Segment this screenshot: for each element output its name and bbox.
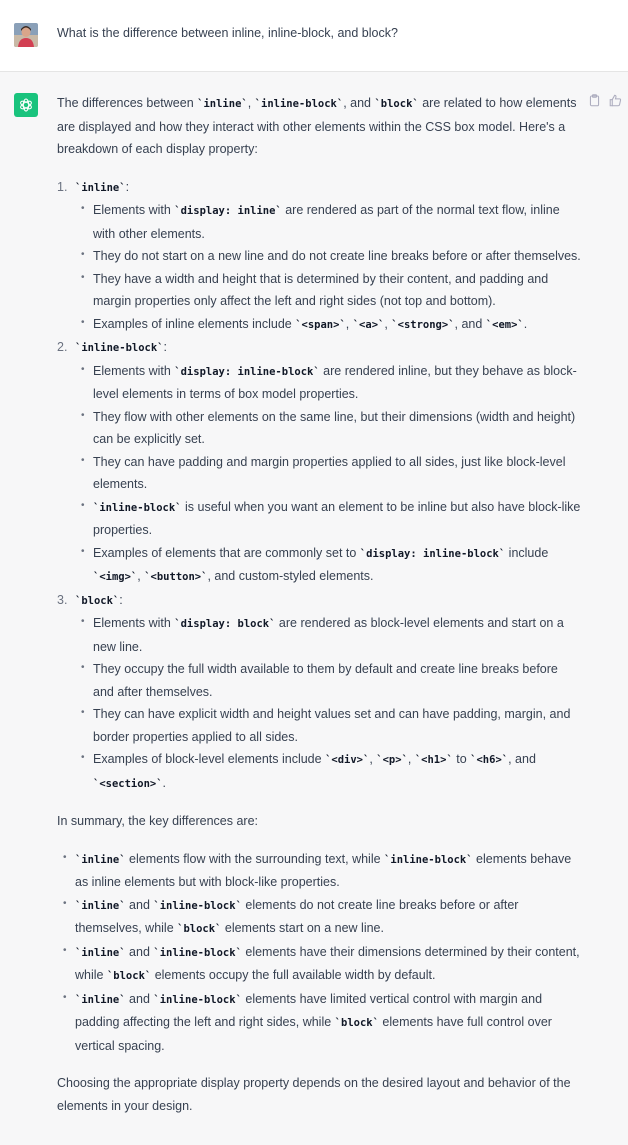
list-item: They occupy the full width available to … bbox=[81, 657, 582, 703]
list-item: Examples of inline elements include `<sp… bbox=[81, 312, 582, 337]
openai-logo-icon bbox=[14, 93, 38, 117]
user-avatar bbox=[14, 23, 38, 47]
list-item: `inline` and `inline-block` elements hav… bbox=[63, 940, 582, 988]
list-item: `inline-block` is useful when you want a… bbox=[81, 495, 582, 542]
list-item: They flow with other elements on the sam… bbox=[81, 405, 582, 451]
list-item-inline-block: 2. `inline-block`: Elements with `displa… bbox=[57, 336, 582, 589]
section-heading: `block`: bbox=[75, 592, 123, 607]
list-item: `inline` and `inline-block` elements do … bbox=[63, 893, 582, 941]
list-item: `inline` and `inline-block` elements hav… bbox=[63, 987, 582, 1058]
list-item: They do not start on a new line and do n… bbox=[81, 244, 582, 268]
intro-paragraph: The differences between `inline`, `inlin… bbox=[57, 96, 577, 156]
list-item: Elements with `display: inline-block` ar… bbox=[81, 359, 582, 406]
list-item: Examples of block-level elements include… bbox=[81, 747, 582, 795]
list-item: Examples of elements that are commonly s… bbox=[81, 541, 582, 589]
summary-list: `inline` elements flow with the surround… bbox=[57, 847, 582, 1058]
section-heading: `inline-block`: bbox=[75, 340, 167, 354]
list-item: Elements with `display: block` are rende… bbox=[81, 611, 582, 658]
clipboard-icon[interactable] bbox=[588, 94, 601, 107]
thumbs-up-icon[interactable] bbox=[609, 94, 622, 107]
list-item: They can have explicit width and height … bbox=[81, 702, 582, 748]
conclusion-paragraph: Choosing the appropriate display propert… bbox=[57, 1076, 571, 1113]
message-actions bbox=[588, 94, 622, 107]
list-item: They have a width and height that is det… bbox=[81, 267, 582, 313]
summary-intro: In summary, the key differences are: bbox=[57, 814, 259, 828]
user-message-row: What is the difference between inline, i… bbox=[0, 0, 628, 72]
list-item: Elements with `display: inline` are rend… bbox=[81, 198, 582, 245]
list-item: `inline` elements flow with the surround… bbox=[63, 847, 582, 894]
list-item-inline: 1. `inline`: Elements with `display: inl… bbox=[57, 176, 582, 337]
list-item: They can have padding and margin propert… bbox=[81, 450, 582, 496]
user-message-text: What is the difference between inline, i… bbox=[57, 26, 398, 40]
assistant-message: The differences between `inline`, `inlin… bbox=[57, 92, 582, 1117]
display-types-list: 1. `inline`: Elements with `display: inl… bbox=[57, 176, 582, 796]
list-item-block: 3. `block`: Elements with `display: bloc… bbox=[57, 589, 582, 796]
section-heading: `inline`: bbox=[75, 179, 130, 194]
